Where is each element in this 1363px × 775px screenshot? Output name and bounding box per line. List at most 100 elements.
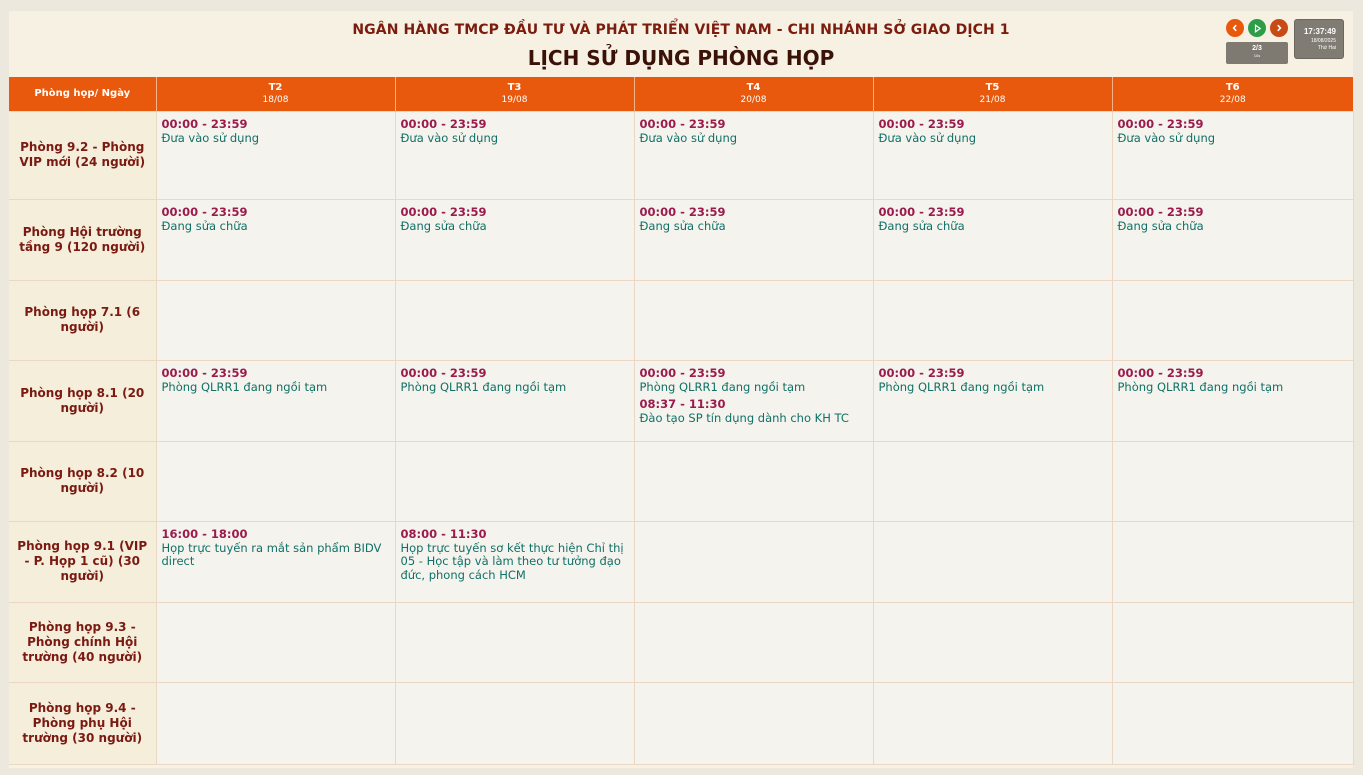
event-time: 16:00 - 18:00	[161, 526, 248, 541]
event-time: 00:00 - 23:59	[161, 204, 248, 219]
table-row: Phòng họp 9.4 - Phòng phụ Hội trường (30…	[9, 681, 1354, 765]
event-description: Đưa vào sử dụng	[878, 130, 977, 145]
event-time: 00:00 - 23:59	[878, 116, 965, 131]
booking-event[interactable]: 00:00 - 23:59 Đang sửa chữa	[162, 205, 390, 234]
booking-event[interactable]: 08:37 - 11:30 Đào tạo SP tín dụng dành ch…	[640, 397, 868, 426]
day-date: 18/08	[262, 94, 289, 105]
schedule-cell[interactable]	[633, 681, 874, 765]
schedule-cell[interactable]	[394, 601, 635, 683]
schedule-cell[interactable]: 00:00 - 23:59 Phòng QLRR1 đang ngồi tạm 08…	[633, 359, 874, 442]
schedule-cell[interactable]	[394, 440, 635, 522]
day-label: T3	[507, 81, 522, 93]
table-row: Phòng họp 8.2 (10 người)	[9, 440, 1354, 522]
schedule-cell[interactable]	[155, 279, 396, 361]
booking-event[interactable]: 00:00 - 23:59 Đưa vào sử dụng	[1118, 117, 1348, 146]
event-time: 08:00 - 11:30	[400, 526, 487, 541]
day-date: 22/08	[1219, 94, 1246, 105]
schedule-cell[interactable]: 00:00 - 23:59 Đang sửa chữa	[394, 198, 635, 281]
schedule-cell[interactable]	[872, 520, 1113, 603]
booking-event[interactable]: 00:00 - 23:59 Đang sửa chữa	[640, 205, 868, 234]
schedule-cell[interactable]	[872, 601, 1113, 683]
schedule-cell[interactable]	[155, 601, 396, 683]
event-time: 00:00 - 23:59	[1117, 204, 1204, 219]
event-description: Phòng QLRR1 đang ngồi tạm	[639, 379, 806, 394]
schedule-cell[interactable]	[1111, 601, 1354, 683]
schedule-cell[interactable]	[1111, 440, 1354, 522]
booking-event[interactable]: 00:00 - 23:59 Phòng QLRR1 đang ngồi tạm	[879, 366, 1107, 395]
event-time: 00:00 - 23:59	[161, 116, 248, 131]
day-label: T2	[268, 81, 283, 93]
schedule-cell[interactable]	[394, 279, 635, 361]
booking-event[interactable]: 00:00 - 23:59 Đưa vào sử dụng	[401, 117, 629, 146]
event-time: 00:00 - 23:59	[400, 365, 487, 380]
event-description: Đưa vào sử dụng	[161, 130, 260, 145]
schedule-cell[interactable]: 00:00 - 23:59 Đưa vào sử dụng	[155, 110, 396, 200]
clock-time: 17:37:49	[1303, 27, 1336, 36]
play-button[interactable]	[1248, 19, 1266, 37]
schedule-cell[interactable]	[872, 279, 1113, 361]
app-window: NGÂN HÀNG TMCP ĐẦU TƯ VÀ PHÁT TRIỂN VIỆT…	[9, 11, 1354, 768]
day-label: T5	[985, 81, 1000, 93]
schedule-cell[interactable]	[872, 440, 1113, 522]
booking-event[interactable]: 00:00 - 23:59 Đang sửa chữa	[401, 205, 629, 234]
schedule-cell[interactable]	[155, 681, 396, 765]
room-name: Phòng 9.2 - Phòng VIP mới (24 người)	[9, 110, 157, 200]
event-description: Đang sửa chữa	[878, 218, 965, 233]
event-time: 00:00 - 23:59	[1117, 365, 1204, 380]
schedule-cell[interactable]: 00:00 - 23:59 Phòng QLRR1 đang ngồi tạm	[155, 359, 396, 442]
event-description: Đang sửa chữa	[400, 218, 487, 233]
schedule-cell[interactable]: 00:00 - 23:59 Đang sửa chữa	[155, 198, 396, 281]
room-name: Phòng Hội trường tầng 9 (120 người)	[9, 198, 157, 281]
booking-event[interactable]: 00:00 - 23:59 Phòng QLRR1 đang ngồi tạm	[401, 366, 629, 395]
schedule-cell[interactable]	[633, 520, 874, 603]
schedule-cell[interactable]: 00:00 - 23:59 Đang sửa chữa	[872, 198, 1113, 281]
booking-event[interactable]: 00:00 - 23:59 Phòng QLRR1 đang ngồi tạm	[162, 366, 390, 395]
schedule-cell[interactable]	[633, 601, 874, 683]
schedule-cell[interactable]	[633, 440, 874, 522]
schedule-cell[interactable]: 16:00 - 18:00 Họp trực tuyến ra mắt sản p…	[155, 520, 396, 603]
booking-event[interactable]: 00:00 - 23:59 Đưa vào sử dụng	[640, 117, 868, 146]
day-date: 20/08	[740, 94, 767, 105]
prev-page-button[interactable]	[1226, 19, 1244, 37]
booking-event[interactable]: 00:00 - 23:59 Đang sửa chữa	[879, 205, 1107, 234]
booking-event[interactable]: 00:00 - 23:59 Đang sửa chữa	[1118, 205, 1348, 234]
table-row: Phòng Hội trường tầng 9 (120 người) 00:00…	[9, 198, 1354, 281]
schedule-cell[interactable]	[1111, 681, 1354, 765]
corner-header: Phòng họp/ Ngày	[9, 77, 156, 111]
booking-event[interactable]: 00:00 - 23:59 Đưa vào sử dụng	[879, 117, 1107, 146]
schedule-cell[interactable]	[155, 440, 396, 522]
event-time: 00:00 - 23:59	[400, 116, 487, 131]
event-time: 00:00 - 23:59	[639, 116, 726, 131]
clock-date: 18/08/2025	[1310, 38, 1336, 44]
booking-event[interactable]: 00:00 - 23:59 Đưa vào sử dụng	[162, 117, 390, 146]
day-date: 21/08	[979, 94, 1006, 105]
schedule-cell[interactable]: 00:00 - 23:59 Đưa vào sử dụng	[394, 110, 635, 200]
page-interval: 10s	[1253, 53, 1261, 58]
booking-event[interactable]: 16:00 - 18:00 Họp trực tuyến ra mắt sản p…	[162, 527, 390, 569]
schedule-cell[interactable]: 00:00 - 23:59 Đưa vào sử dụng	[1111, 110, 1354, 200]
schedule-cell[interactable]: 00:00 - 23:59 Đang sửa chữa	[1111, 198, 1354, 281]
schedule-cell[interactable]: 08:00 - 11:30 Họp trực tuyến sơ kết thực …	[394, 520, 635, 603]
booking-event[interactable]: 00:00 - 23:59 Phòng QLRR1 đang ngồi tạm	[640, 366, 868, 395]
schedule-cell[interactable]: 00:00 - 23:59 Đang sửa chữa	[633, 198, 874, 281]
event-description: Đưa vào sử dụng	[400, 130, 499, 145]
day-header: T5 21/08	[872, 77, 1112, 111]
event-description: Họp trực tuyến sơ kết thực hiện Chỉ thị …	[400, 540, 624, 582]
schedule-cell[interactable]	[872, 681, 1113, 765]
next-page-button[interactable]	[1270, 19, 1288, 37]
schedule-cell[interactable]: 00:00 - 23:59 Phòng QLRR1 đang ngồi tạm	[394, 359, 635, 442]
bank-name: NGÂN HÀNG TMCP ĐẦU TƯ VÀ PHÁT TRIỂN VIỆT…	[352, 22, 1010, 38]
schedule-cell[interactable]	[394, 681, 635, 765]
schedule-cell[interactable]	[1111, 520, 1354, 603]
schedule-cell[interactable]: 00:00 - 23:59 Phòng QLRR1 đang ngồi tạm	[1111, 359, 1354, 442]
schedule-cell[interactable]: 00:00 - 23:59 Đưa vào sử dụng	[633, 110, 874, 200]
schedule-cell[interactable]: 00:00 - 23:59 Đưa vào sử dụng	[872, 110, 1113, 200]
table-row: Phòng họp 9.3 - Phòng chính Hội trường (…	[9, 601, 1354, 683]
day-date: 19/08	[501, 94, 528, 105]
schedule-cell[interactable]	[1111, 279, 1354, 361]
booking-event[interactable]: 08:00 - 11:30 Họp trực tuyến sơ kết thực …	[401, 527, 629, 583]
day-header: T6 22/08	[1111, 77, 1353, 111]
schedule-cell[interactable]: 00:00 - 23:59 Phòng QLRR1 đang ngồi tạm	[872, 359, 1113, 442]
booking-event[interactable]: 00:00 - 23:59 Phòng QLRR1 đang ngồi tạm	[1118, 366, 1348, 395]
schedule-cell[interactable]	[633, 279, 874, 361]
